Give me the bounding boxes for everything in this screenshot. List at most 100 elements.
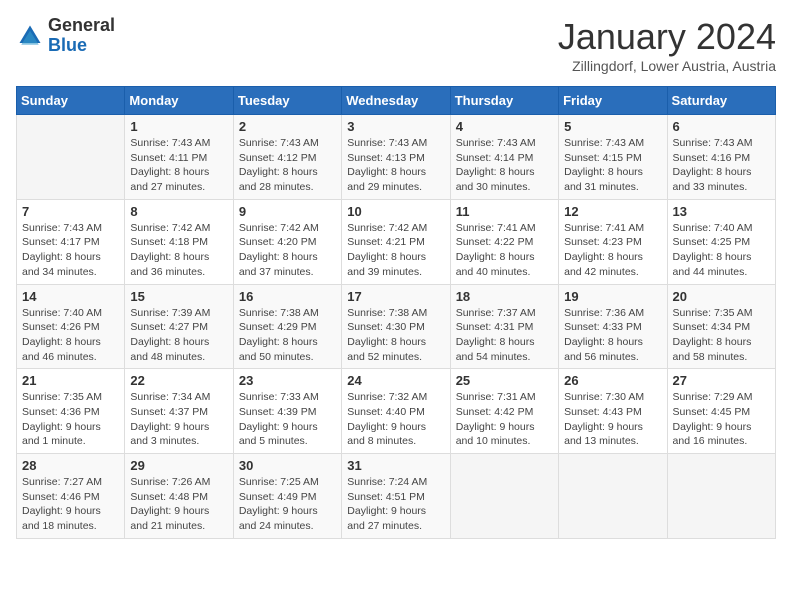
- cell-content: Sunrise: 7:42 AMSunset: 4:18 PMDaylight:…: [130, 221, 227, 280]
- weekday-header: Monday: [125, 87, 233, 115]
- cell-content: Sunrise: 7:41 AMSunset: 4:23 PMDaylight:…: [564, 221, 661, 280]
- calendar-cell: 31 Sunrise: 7:24 AMSunset: 4:51 PMDayligh…: [342, 454, 450, 539]
- calendar-cell: [17, 115, 125, 200]
- cell-content: Sunrise: 7:37 AMSunset: 4:31 PMDaylight:…: [456, 306, 553, 365]
- day-number: 30: [239, 458, 336, 473]
- day-number: 28: [22, 458, 119, 473]
- day-number: 12: [564, 204, 661, 219]
- day-number: 18: [456, 289, 553, 304]
- cell-content: Sunrise: 7:36 AMSunset: 4:33 PMDaylight:…: [564, 306, 661, 365]
- cell-content: Sunrise: 7:43 AMSunset: 4:13 PMDaylight:…: [347, 136, 444, 195]
- calendar-cell: 19 Sunrise: 7:36 AMSunset: 4:33 PMDayligh…: [559, 284, 667, 369]
- weekday-header: Tuesday: [233, 87, 341, 115]
- calendar-cell: 30 Sunrise: 7:25 AMSunset: 4:49 PMDayligh…: [233, 454, 341, 539]
- calendar-cell: 23Sunrise: 7:33 AMSunset: 4:39 PMDayligh…: [233, 369, 341, 454]
- day-number: 9: [239, 204, 336, 219]
- day-number: 16: [239, 289, 336, 304]
- calendar-cell: 18 Sunrise: 7:37 AMSunset: 4:31 PMDayligh…: [450, 284, 558, 369]
- calendar-cell: 25Sunrise: 7:31 AMSunset: 4:42 PMDayligh…: [450, 369, 558, 454]
- calendar-cell: 2 Sunrise: 7:43 AMSunset: 4:12 PMDaylight…: [233, 115, 341, 200]
- day-number: 5: [564, 119, 661, 134]
- day-number: 26: [564, 373, 661, 388]
- day-number: 2: [239, 119, 336, 134]
- day-number: 22: [130, 373, 227, 388]
- calendar-cell: 20 Sunrise: 7:35 AMSunset: 4:34 PMDayligh…: [667, 284, 775, 369]
- calendar-cell: 16Sunrise: 7:38 AMSunset: 4:29 PMDayligh…: [233, 284, 341, 369]
- cell-content: Sunrise: 7:40 AMSunset: 4:25 PMDaylight:…: [673, 221, 770, 280]
- cell-content: Sunrise: 7:35 AMSunset: 4:34 PMDaylight:…: [673, 306, 770, 365]
- calendar-table: SundayMondayTuesdayWednesdayThursdayFrid…: [16, 86, 776, 539]
- cell-content: Sunrise: 7:40 AMSunset: 4:26 PMDaylight:…: [22, 306, 119, 365]
- day-number: 10: [347, 204, 444, 219]
- calendar-cell: [559, 454, 667, 539]
- logo-icon: [16, 22, 44, 50]
- calendar-week-row: 7Sunrise: 7:43 AMSunset: 4:17 PMDaylight…: [17, 199, 776, 284]
- cell-content: Sunrise: 7:42 AMSunset: 4:21 PMDaylight:…: [347, 221, 444, 280]
- day-number: 29: [130, 458, 227, 473]
- cell-content: Sunrise: 7:33 AMSunset: 4:39 PMDaylight:…: [239, 390, 336, 449]
- cell-content: Sunrise: 7:43 AMSunset: 4:14 PMDaylight:…: [456, 136, 553, 195]
- day-number: 21: [22, 373, 119, 388]
- calendar-cell: 7Sunrise: 7:43 AMSunset: 4:17 PMDaylight…: [17, 199, 125, 284]
- cell-content: Sunrise: 7:32 AMSunset: 4:40 PMDaylight:…: [347, 390, 444, 449]
- calendar-cell: 17 Sunrise: 7:38 AMSunset: 4:30 PMDayligh…: [342, 284, 450, 369]
- calendar-cell: 13 Sunrise: 7:40 AMSunset: 4:25 PMDayligh…: [667, 199, 775, 284]
- calendar-cell: [450, 454, 558, 539]
- cell-content: Sunrise: 7:25 AMSunset: 4:49 PMDaylight:…: [239, 475, 336, 534]
- weekday-header: Wednesday: [342, 87, 450, 115]
- calendar-week-row: 21 Sunrise: 7:35 AMSunset: 4:36 PMDayligh…: [17, 369, 776, 454]
- day-number: 13: [673, 204, 770, 219]
- calendar-cell: 26 Sunrise: 7:30 AMSunset: 4:43 PMDayligh…: [559, 369, 667, 454]
- calendar-week-row: 14 Sunrise: 7:40 AMSunset: 4:26 PMDayligh…: [17, 284, 776, 369]
- calendar-cell: 5Sunrise: 7:43 AMSunset: 4:15 PMDaylight…: [559, 115, 667, 200]
- logo-blue: Blue: [48, 36, 115, 56]
- day-number: 14: [22, 289, 119, 304]
- calendar-cell: 3 Sunrise: 7:43 AMSunset: 4:13 PMDaylight…: [342, 115, 450, 200]
- calendar-cell: 15 Sunrise: 7:39 AMSunset: 4:27 PMDayligh…: [125, 284, 233, 369]
- day-number: 25: [456, 373, 553, 388]
- calendar-cell: 21 Sunrise: 7:35 AMSunset: 4:36 PMDayligh…: [17, 369, 125, 454]
- cell-content: Sunrise: 7:43 AMSunset: 4:11 PMDaylight:…: [130, 136, 227, 195]
- weekday-header: Sunday: [17, 87, 125, 115]
- cell-content: Sunrise: 7:27 AMSunset: 4:46 PMDaylight:…: [22, 475, 119, 534]
- calendar-cell: 6 Sunrise: 7:43 AMSunset: 4:16 PMDaylight…: [667, 115, 775, 200]
- calendar-cell: 4Sunrise: 7:43 AMSunset: 4:14 PMDaylight…: [450, 115, 558, 200]
- calendar-cell: 9Sunrise: 7:42 AMSunset: 4:20 PMDaylight…: [233, 199, 341, 284]
- calendar-cell: 1 Sunrise: 7:43 AMSunset: 4:11 PMDaylight…: [125, 115, 233, 200]
- day-number: 17: [347, 289, 444, 304]
- calendar-cell: 29 Sunrise: 7:26 AMSunset: 4:48 PMDayligh…: [125, 454, 233, 539]
- cell-content: Sunrise: 7:29 AMSunset: 4:45 PMDaylight:…: [673, 390, 770, 449]
- calendar-cell: 14 Sunrise: 7:40 AMSunset: 4:26 PMDayligh…: [17, 284, 125, 369]
- calendar-week-row: 28 Sunrise: 7:27 AMSunset: 4:46 PMDayligh…: [17, 454, 776, 539]
- weekday-header: Saturday: [667, 87, 775, 115]
- cell-content: Sunrise: 7:43 AMSunset: 4:16 PMDaylight:…: [673, 136, 770, 195]
- day-number: 11: [456, 204, 553, 219]
- day-number: 3: [347, 119, 444, 134]
- weekday-header-row: SundayMondayTuesdayWednesdayThursdayFrid…: [17, 87, 776, 115]
- cell-content: Sunrise: 7:43 AMSunset: 4:17 PMDaylight:…: [22, 221, 119, 280]
- page-header: General Blue January 2024 Zillingdorf, L…: [16, 16, 776, 74]
- calendar-cell: 28 Sunrise: 7:27 AMSunset: 4:46 PMDayligh…: [17, 454, 125, 539]
- calendar-cell: 10 Sunrise: 7:42 AMSunset: 4:21 PMDayligh…: [342, 199, 450, 284]
- calendar-cell: [667, 454, 775, 539]
- cell-content: Sunrise: 7:35 AMSunset: 4:36 PMDaylight:…: [22, 390, 119, 449]
- day-number: 19: [564, 289, 661, 304]
- day-number: 20: [673, 289, 770, 304]
- cell-content: Sunrise: 7:26 AMSunset: 4:48 PMDaylight:…: [130, 475, 227, 534]
- day-number: 1: [130, 119, 227, 134]
- weekday-header: Thursday: [450, 87, 558, 115]
- cell-content: Sunrise: 7:30 AMSunset: 4:43 PMDaylight:…: [564, 390, 661, 449]
- day-number: 27: [673, 373, 770, 388]
- cell-content: Sunrise: 7:38 AMSunset: 4:30 PMDaylight:…: [347, 306, 444, 365]
- day-number: 6: [673, 119, 770, 134]
- calendar-cell: 8 Sunrise: 7:42 AMSunset: 4:18 PMDaylight…: [125, 199, 233, 284]
- cell-content: Sunrise: 7:39 AMSunset: 4:27 PMDaylight:…: [130, 306, 227, 365]
- day-number: 8: [130, 204, 227, 219]
- calendar-cell: 22Sunrise: 7:34 AMSunset: 4:37 PMDayligh…: [125, 369, 233, 454]
- weekday-header: Friday: [559, 87, 667, 115]
- cell-content: Sunrise: 7:43 AMSunset: 4:12 PMDaylight:…: [239, 136, 336, 195]
- day-number: 15: [130, 289, 227, 304]
- day-number: 31: [347, 458, 444, 473]
- logo: General Blue: [16, 16, 115, 56]
- cell-content: Sunrise: 7:24 AMSunset: 4:51 PMDaylight:…: [347, 475, 444, 534]
